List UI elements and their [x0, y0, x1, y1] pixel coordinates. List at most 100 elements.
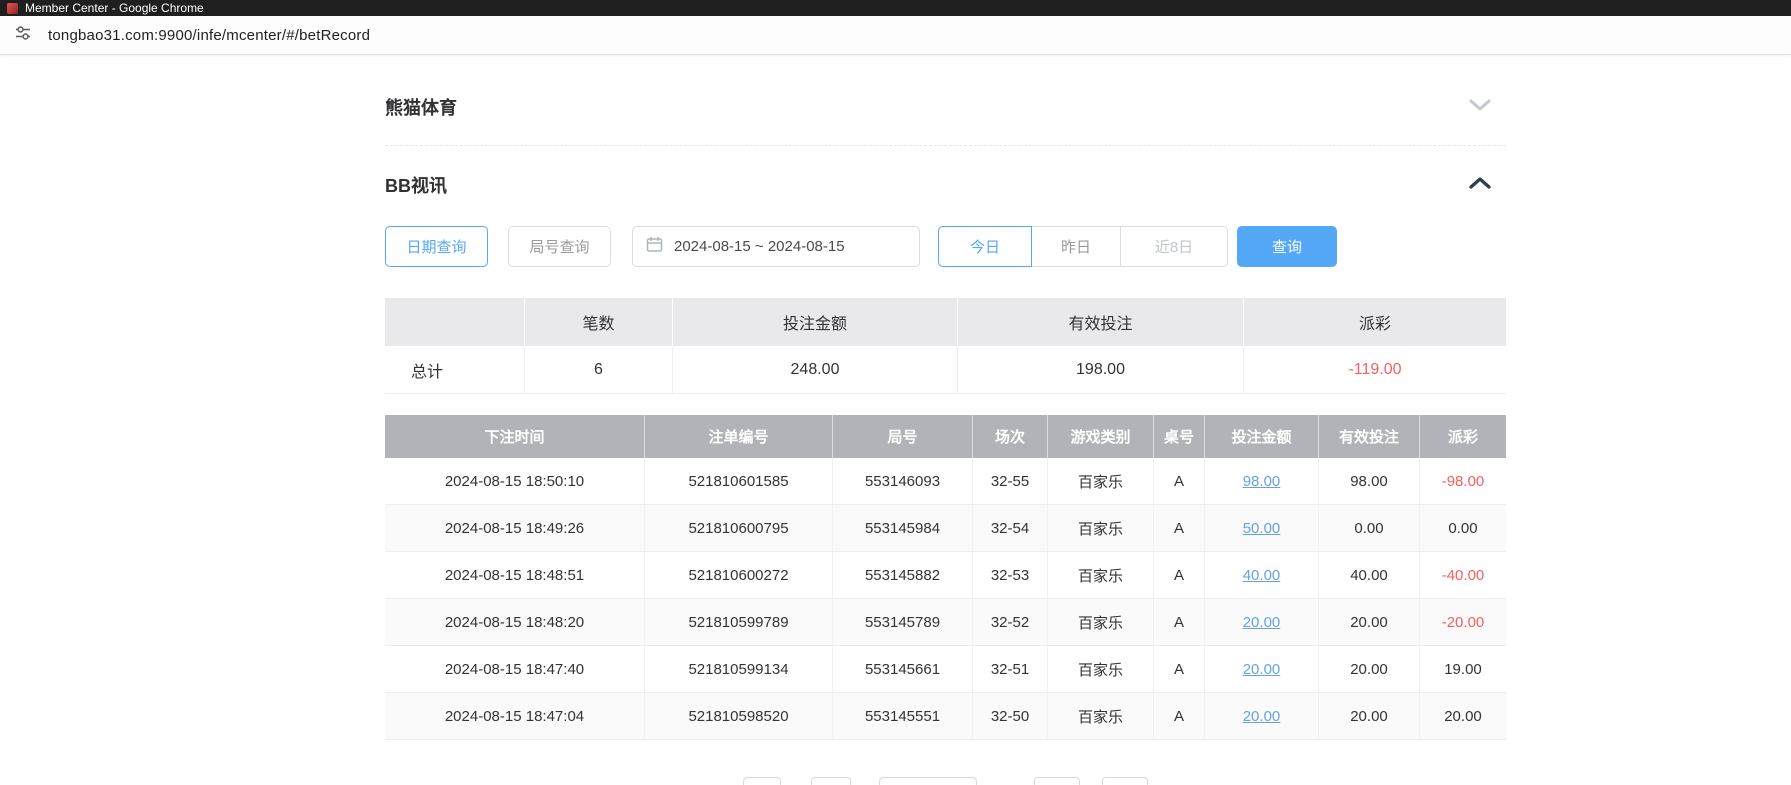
- table-no-cell: A: [1154, 599, 1205, 645]
- round-no-cell: 553145551: [833, 693, 973, 739]
- round-query-button[interactable]: 局号查询: [508, 226, 611, 267]
- valid-bet-cell: 98.00: [1319, 458, 1420, 504]
- round-no-cell: 553145789: [833, 599, 973, 645]
- yesterday-button[interactable]: 昨日: [1032, 226, 1121, 267]
- bet-no-cell: 521810598520: [645, 693, 833, 739]
- table-row: 2024-08-15 18:49:26 521810600795 5531459…: [385, 505, 1506, 552]
- chevron-up-icon[interactable]: [1468, 176, 1492, 195]
- col-header-bet-time: 下注时间: [385, 415, 645, 458]
- chevron-down-icon[interactable]: [1468, 98, 1492, 117]
- summary-col-payout: 派彩: [1244, 298, 1506, 346]
- pagination-next-button[interactable]: [1034, 777, 1080, 785]
- summary-bet-amount-value: 248.00: [673, 346, 958, 393]
- table-no-cell: A: [1154, 646, 1205, 692]
- bet-time-cell: 2024-08-15 18:47:40: [385, 646, 645, 692]
- summary-total-label: 总计: [385, 346, 525, 393]
- valid-bet-cell: 0.00: [1319, 505, 1420, 551]
- pagination-page-button[interactable]: [811, 777, 851, 785]
- table-no-cell: A: [1154, 458, 1205, 504]
- col-header-payout: 派彩: [1420, 415, 1506, 458]
- url-bar[interactable]: tongbao31.com:9900/infe/mcenter/#/betRec…: [0, 16, 1791, 55]
- game-type-cell: 百家乐: [1048, 458, 1154, 504]
- session-cell: 32-52: [973, 599, 1048, 645]
- bet-time-cell: 2024-08-15 18:50:10: [385, 458, 645, 504]
- calendar-icon: [646, 236, 663, 257]
- payout-cell: 0.00: [1420, 505, 1506, 551]
- table-row: 2024-08-15 18:48:51 521810600272 5531458…: [385, 552, 1506, 599]
- session-cell: 32-54: [973, 505, 1048, 551]
- summary-col-blank: [385, 298, 525, 346]
- date-range-value: 2024-08-15 ~ 2024-08-15: [674, 238, 845, 255]
- col-header-session: 场次: [973, 415, 1048, 458]
- payout-cell: 19.00: [1420, 646, 1506, 692]
- payout-cell: -20.00: [1420, 599, 1506, 645]
- col-header-game-type: 游戏类别: [1048, 415, 1154, 458]
- search-button[interactable]: 查询: [1237, 226, 1337, 267]
- game-type-cell: 百家乐: [1048, 599, 1154, 645]
- pagination-page-size-select[interactable]: [879, 777, 977, 785]
- session-cell: 32-53: [973, 552, 1048, 598]
- summary-header-row: 笔数 投注金额 有效投注 派彩: [385, 298, 1506, 346]
- round-no-cell: 553145661: [833, 646, 973, 692]
- bet-no-cell: 521810600272: [645, 552, 833, 598]
- table-row: 2024-08-15 18:47:40 521810599134 5531456…: [385, 646, 1506, 693]
- bet-time-cell: 2024-08-15 18:49:26: [385, 505, 645, 551]
- summary-col-count: 笔数: [525, 298, 673, 346]
- bet-amount-link[interactable]: 50.00: [1205, 505, 1319, 551]
- summary-col-bet-amount: 投注金额: [673, 298, 958, 346]
- game-type-cell: 百家乐: [1048, 646, 1154, 692]
- summary-table: 笔数 投注金额 有效投注 派彩 总计 6 248.00 198.00 -119.…: [385, 298, 1506, 394]
- valid-bet-cell: 20.00: [1319, 693, 1420, 739]
- section-title-bb: BB视讯: [385, 172, 447, 198]
- table-no-cell: A: [1154, 693, 1205, 739]
- bet-amount-link[interactable]: 20.00: [1205, 693, 1319, 739]
- summary-payout-value: -119.00: [1244, 346, 1506, 393]
- col-header-valid-bet: 有效投注: [1319, 415, 1420, 458]
- summary-count-value: 6: [525, 346, 673, 393]
- bet-amount-link[interactable]: 20.00: [1205, 646, 1319, 692]
- bet-amount-link[interactable]: 40.00: [1205, 552, 1319, 598]
- game-type-cell: 百家乐: [1048, 693, 1154, 739]
- date-query-button[interactable]: 日期查询: [385, 226, 488, 267]
- valid-bet-cell: 20.00: [1319, 599, 1420, 645]
- summary-total-row: 总计 6 248.00 198.00 -119.00: [385, 346, 1506, 394]
- browser-window: Member Center - Google Chrome tongbao31.…: [0, 0, 1791, 785]
- col-header-bet-no: 注单编号: [645, 415, 833, 458]
- today-button[interactable]: 今日: [938, 226, 1032, 267]
- game-type-cell: 百家乐: [1048, 552, 1154, 598]
- bet-no-cell: 521810599789: [645, 599, 833, 645]
- round-no-cell: 553146093: [833, 458, 973, 504]
- bet-amount-link[interactable]: 20.00: [1205, 599, 1319, 645]
- table-header-row: 下注时间 注单编号 局号 场次 游戏类别 桌号 投注金额 有效投注 派彩: [385, 415, 1506, 458]
- window-title: Member Center - Google Chrome: [25, 1, 204, 15]
- section-title-panda: 熊猫体育: [385, 94, 457, 120]
- summary-valid-bet-value: 198.00: [958, 346, 1244, 393]
- session-cell: 32-51: [973, 646, 1048, 692]
- window-titlebar: Member Center - Google Chrome: [0, 0, 1791, 16]
- table-no-cell: A: [1154, 552, 1205, 598]
- bet-no-cell: 521810599134: [645, 646, 833, 692]
- bet-record-page: 熊猫体育 BB视讯 日期查询 局号查询: [385, 55, 1506, 785]
- section-bb-video[interactable]: BB视讯: [385, 167, 1506, 203]
- valid-bet-cell: 20.00: [1319, 646, 1420, 692]
- summary-col-valid-bet: 有效投注: [958, 298, 1244, 346]
- payout-cell: -40.00: [1420, 552, 1506, 598]
- bet-amount-link[interactable]: 98.00: [1205, 458, 1319, 504]
- valid-bet-cell: 40.00: [1319, 552, 1420, 598]
- bet-time-cell: 2024-08-15 18:47:04: [385, 693, 645, 739]
- last-8-days-button[interactable]: 近8日: [1121, 226, 1228, 267]
- round-no-cell: 553145882: [833, 552, 973, 598]
- session-cell: 32-50: [973, 693, 1048, 739]
- table-row: 2024-08-15 18:47:04 521810598520 5531455…: [385, 693, 1506, 740]
- bet-no-cell: 521810600795: [645, 505, 833, 551]
- url-text[interactable]: tongbao31.com:9900/infe/mcenter/#/betRec…: [48, 27, 370, 44]
- table-no-cell: A: [1154, 505, 1205, 551]
- pagination-prev-button[interactable]: [743, 777, 781, 785]
- payout-cell: 20.00: [1420, 693, 1506, 739]
- game-type-cell: 百家乐: [1048, 505, 1154, 551]
- section-panda-sports[interactable]: 熊猫体育: [385, 89, 1506, 125]
- col-header-table-no: 桌号: [1154, 415, 1205, 458]
- tune-icon[interactable]: [13, 23, 33, 48]
- pagination-jump-button[interactable]: [1102, 777, 1148, 785]
- date-range-input[interactable]: 2024-08-15 ~ 2024-08-15: [632, 226, 920, 267]
